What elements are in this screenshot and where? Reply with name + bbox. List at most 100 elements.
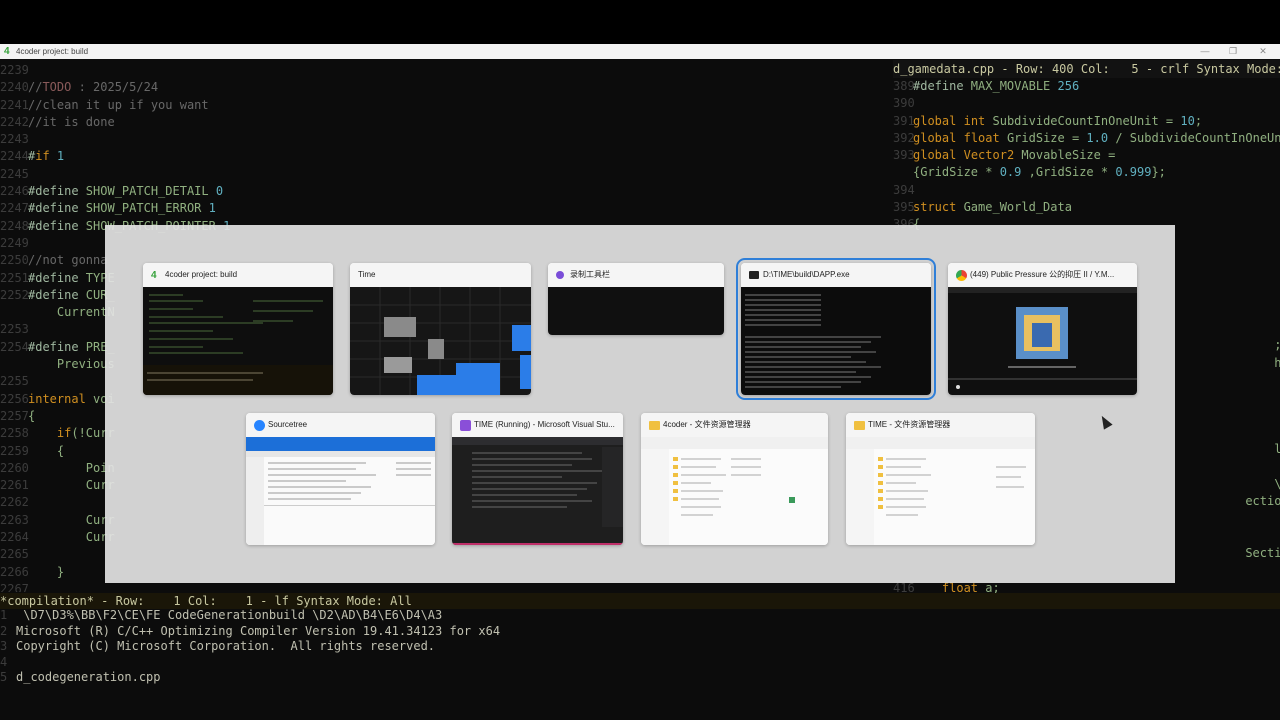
window-thumb-recording-toolbar[interactable]: 录制工具栏 — [548, 263, 724, 335]
code-text: Curr — [28, 478, 115, 493]
thumb-preview-time-game — [350, 287, 531, 395]
window-thumb-title: TIME (Running) - Microsoft Visual Stu... — [474, 420, 615, 429]
code-text: { — [28, 443, 65, 458]
line-number: 2250 — [0, 253, 29, 268]
folder-icon — [649, 421, 660, 430]
line-number: 391 — [893, 113, 915, 128]
close-icon[interactable]: ✕ — [1248, 44, 1278, 59]
line-number: 2262 — [0, 495, 29, 510]
window-thumb-4coder[interactable]: 4 4coder project: build — [143, 263, 333, 395]
code-line[interactable]: 394 — [893, 182, 1280, 199]
code-line[interactable]: 391global int SubdivideCountInOneUnit = … — [893, 113, 1280, 130]
code-line[interactable]: 4 — [0, 655, 1280, 671]
code-line[interactable]: 3 Copyright (C) Microsoft Corporation. Al… — [0, 639, 1280, 655]
line-number: 395 — [893, 200, 915, 215]
code-text: global int SubdivideCountInOneUnit = 10; — [913, 113, 1203, 128]
thumb-preview-console — [745, 294, 881, 388]
window-thumb-chrome-youtube[interactable]: (449) Public Pressure 公的抑圧 II / Y.M... — [948, 263, 1137, 395]
code-text: #define SHOW_PATCH_DETAIL 0 — [28, 184, 224, 199]
code-text: Curr — [28, 512, 115, 527]
window-thumb-title: 4coder - 文件资源管理器 — [663, 420, 751, 429]
4coder-logo-icon: 4 — [4, 46, 10, 57]
line-number: 2252 — [0, 287, 29, 302]
code-text: Microsoft (R) C/C++ Optimizing Compiler … — [16, 623, 501, 638]
code-line[interactable]: 2240//TODO : 2025/5/24 — [0, 79, 880, 96]
code-text: CurrentN — [28, 305, 115, 320]
line-number: 2256 — [0, 391, 29, 406]
folder-icon — [854, 421, 865, 430]
line-number: 389 — [893, 79, 915, 93]
line-number: 2259 — [0, 443, 29, 458]
window-thumb-dapp-console[interactable]: D:\TIME\build\DAPP.exe — [736, 258, 936, 400]
code-line[interactable]: 392global float GridSize = 1.0 / Subdivi… — [893, 130, 1280, 147]
thumb-preview-4coder — [143, 294, 333, 395]
code-line[interactable]: 2245 — [0, 166, 880, 183]
thumb-preview-explorer-4coder — [641, 437, 828, 545]
line-number: 2255 — [0, 374, 29, 389]
line-number: 393 — [893, 148, 915, 163]
window-thumb-explorer-4coder[interactable]: 4coder - 文件资源管理器 — [641, 413, 828, 545]
thumb-preview-explorer-time — [846, 437, 1035, 545]
window-thumb-explorer-time[interactable]: TIME - 文件资源管理器 — [846, 413, 1035, 545]
window-thumb-title: Sourcetree — [268, 420, 308, 429]
line-number: 2249 — [0, 235, 29, 250]
code-line[interactable]: 2246#define SHOW_PATCH_DETAIL 0 — [0, 183, 880, 200]
thumb-preview-sourcetree — [246, 437, 435, 545]
code-line[interactable]: 2 Microsoft (R) C/C++ Optimizing Compiler… — [0, 624, 1280, 640]
code-text: internal voi — [28, 391, 115, 406]
code-line[interactable]: 393global Vector2 MovableSize = \ — [893, 147, 1280, 164]
window-titlebar[interactable]: 4 4coder project: build — ❐ ✕ — [0, 44, 1280, 59]
line-number: 2266 — [0, 564, 29, 579]
code-line[interactable]: 2243 — [0, 131, 880, 148]
line-number: 2260 — [0, 460, 29, 475]
code-line[interactable]: 2247#define SHOW_PATCH_ERROR 1 — [0, 200, 880, 217]
code-text: { — [28, 408, 36, 423]
code-line[interactable]: {GridSize * 0.9 ,GridSize * 0.999}; — [893, 164, 1280, 181]
line-number: 2243 — [0, 132, 29, 147]
line-number: 2239 — [0, 63, 29, 77]
line-number: 2263 — [0, 512, 29, 527]
window-thumb-visual-studio[interactable]: TIME (Running) - Microsoft Visual Stu... — [452, 413, 623, 545]
line-number: 2246 — [0, 184, 29, 199]
recording-icon — [556, 271, 564, 279]
window-thumb-title: Time — [358, 270, 376, 279]
window-thumb-title: 录制工具栏 — [570, 270, 610, 279]
code-line[interactable]: 395struct Game_World_Data — [893, 199, 1280, 216]
line-number: 2241 — [0, 97, 29, 112]
window-thumb-time[interactable]: Time — [350, 263, 531, 395]
minimize-icon[interactable]: — — [1190, 44, 1220, 59]
window-thumb-sourcetree[interactable]: Sourcetree — [246, 413, 435, 545]
code-line[interactable]: 1 \D7\D3%\BB\F2\CE\FE CodeGenerationbuil… — [0, 608, 1280, 624]
line-number: 4 — [0, 654, 8, 669]
line-number: 2265 — [0, 547, 29, 562]
code-line[interactable]: 2239 — [0, 62, 880, 79]
line-number: 390 — [893, 96, 915, 111]
code-line[interactable]: 390 — [893, 95, 1280, 112]
code-text: //it is done — [28, 114, 115, 129]
code-line[interactable]: 2242//it is done — [0, 114, 880, 131]
code-text: //TODO : 2025/5/24 — [28, 80, 159, 95]
code-line[interactable]: 389#define MAX_MOVABLE 256 — [893, 78, 1280, 95]
compilation-pane[interactable]: 1 \D7\D3%\BB\F2\CE\FE CodeGenerationbuil… — [0, 608, 1280, 720]
code-line[interactable]: 2241//clean it up if you want — [0, 97, 880, 114]
code-text: global Vector2 MovableSize = \ — [913, 148, 1116, 163]
line-number: 2248 — [0, 218, 29, 233]
code-line[interactable]: 2244#if 1 — [0, 148, 880, 165]
line-number: 2264 — [0, 530, 29, 545]
maximize-icon[interactable]: ❐ — [1218, 44, 1248, 59]
code-text: if(!Curr — [56, 426, 115, 441]
line-number: 2247 — [0, 201, 29, 216]
code-text: Copyright (C) Microsoft Corporation. All… — [16, 639, 436, 653]
code-line[interactable]: 5 d_codegeneration.cpp — [0, 670, 1280, 686]
code-text: Curr — [28, 530, 115, 545]
code-text: #define MAX_MOVABLE 256 — [913, 79, 1080, 93]
code-text: //not gonna — [28, 253, 108, 268]
line-number: 2242 — [0, 114, 29, 129]
line-number: 2254 — [0, 339, 29, 354]
code-text: #define TYPE — [28, 270, 115, 285]
thumb-preview-video — [948, 287, 1137, 389]
code-text: \D7\D3%\BB\F2\CE\FE CodeGenerationbuild … — [16, 608, 443, 622]
compilation-status-bar: *compilation* - Row: 1 Col: 1 - lf Synta… — [0, 593, 1280, 609]
window-thumb-title: 4coder project: build — [165, 270, 238, 279]
window-title: 4coder project: build — [16, 47, 89, 56]
